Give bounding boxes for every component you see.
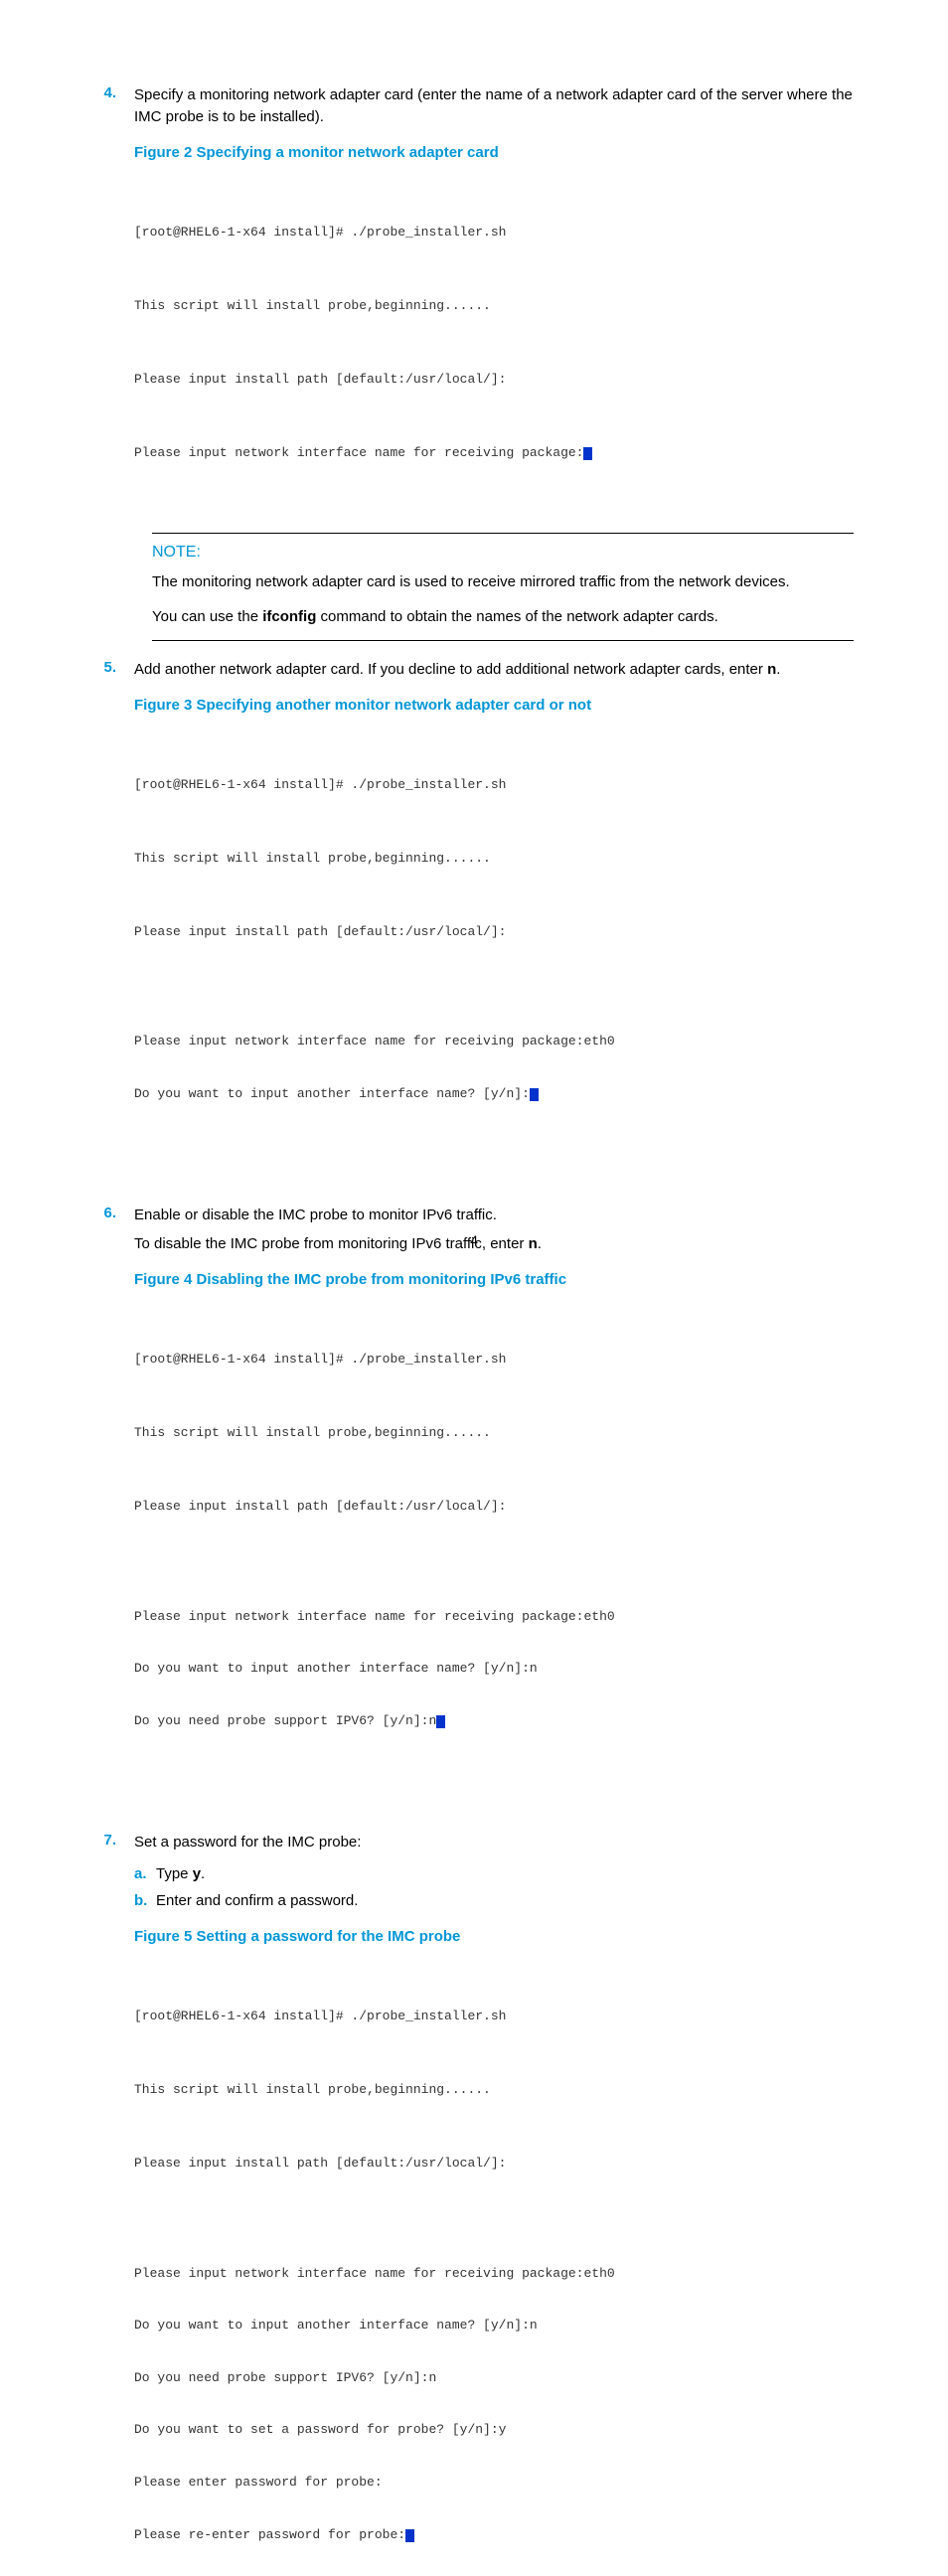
terminal-line: Please input network interface name for … xyxy=(134,441,854,466)
terminal-block: Please input network interface name for … xyxy=(134,2229,854,2576)
terminal-line: Do you need probe support IPV6? [y/n]:n xyxy=(134,1712,854,1730)
sub-letter: b. xyxy=(134,1890,156,1912)
figure-caption: Figure 5 Setting a password for the IMC … xyxy=(134,1926,854,1948)
step-text: Specify a monitoring network adapter car… xyxy=(134,84,854,128)
cursor-icon xyxy=(436,1715,445,1728)
terminal-line: Please enter password for probe: xyxy=(134,2474,854,2492)
terminal-line: Please input install path [default:/usr/… xyxy=(134,2152,854,2176)
step-5: 5. Add another network adapter card. If … xyxy=(94,659,854,1187)
step-number: 6. xyxy=(94,1205,134,1814)
cursor-icon xyxy=(583,447,592,460)
step-number: 5. xyxy=(94,659,134,1187)
terminal-line: Please input network interface name for … xyxy=(134,1608,854,1626)
note-label: NOTE: xyxy=(152,544,854,562)
step-4: 4. Specify a monitoring network adapter … xyxy=(94,84,854,515)
figure-caption: Figure 2 Specifying a monitor network ad… xyxy=(134,142,854,164)
step-7: 7. Set a password for the IMC probe: a. … xyxy=(94,1832,854,2576)
terminal-output: [root@RHEL6-1-x64 install]# ./probe_inst… xyxy=(134,724,854,1186)
terminal-line: Please input install path [default:/usr/… xyxy=(134,368,854,393)
step-text: Add another network adapter card. If you… xyxy=(134,659,854,681)
terminal-line: Do you need probe support IPV6? [y/n]:n xyxy=(134,2369,854,2387)
sub-text: Type y. xyxy=(156,1863,205,1885)
terminal-line: [root@RHEL6-1-x64 install]# ./probe_inst… xyxy=(134,221,854,245)
terminal-line: Please re-enter password for probe: xyxy=(134,2526,854,2544)
terminal-block: Please input network interface name for … xyxy=(134,1573,854,1765)
sub-item-b: b. Enter and confirm a password. xyxy=(134,1890,854,1912)
terminal-output: [root@RHEL6-1-x64 install]# ./probe_inst… xyxy=(134,171,854,515)
note-rule-top xyxy=(152,533,854,534)
terminal-output: [root@RHEL6-1-x64 install]# ./probe_inst… xyxy=(134,1956,854,2576)
cursor-icon xyxy=(530,1088,539,1101)
sub-text: Enter and confirm a password. xyxy=(156,1890,358,1912)
step-body: Set a password for the IMC probe: a. Typ… xyxy=(134,1832,854,2576)
step-number: 4. xyxy=(94,84,134,515)
sub-letter: a. xyxy=(134,1863,156,1885)
step-body: Enable or disable the IMC probe to monit… xyxy=(134,1205,854,1814)
note-block: NOTE: The monitoring network adapter car… xyxy=(152,533,854,641)
note-rule-bottom xyxy=(152,640,854,641)
step-text: Enable or disable the IMC probe to monit… xyxy=(134,1205,854,1226)
terminal-line: This script will install probe,beginning… xyxy=(134,294,854,319)
terminal-line: Do you want to input another interface n… xyxy=(134,1085,854,1103)
note-text: You can use the ifconfig command to obta… xyxy=(152,604,854,630)
sub-item-a: a. Type y. xyxy=(134,1863,854,1885)
terminal-line: [root@RHEL6-1-x64 install]# ./probe_inst… xyxy=(134,2005,854,2029)
step-body: Specify a monitoring network adapter car… xyxy=(134,84,854,515)
terminal-block: Please input network interface name for … xyxy=(134,998,854,1137)
step-text: Set a password for the IMC probe: xyxy=(134,1832,854,1853)
terminal-line: Please input install path [default:/usr/… xyxy=(134,920,854,945)
note-text: The monitoring network adapter card is u… xyxy=(152,569,854,595)
step-body: Add another network adapter card. If you… xyxy=(134,659,854,1187)
terminal-line: Please input network interface name for … xyxy=(134,2265,854,2283)
terminal-line: This script will install probe,beginning… xyxy=(134,1421,854,1446)
step-6: 6. Enable or disable the IMC probe to mo… xyxy=(94,1205,854,1814)
terminal-line: Please input install path [default:/usr/… xyxy=(134,1495,854,1520)
terminal-line: Do you want to input another interface n… xyxy=(134,2317,854,2334)
terminal-line: Do you want to set a password for probe?… xyxy=(134,2421,854,2439)
terminal-line: [root@RHEL6-1-x64 install]# ./probe_inst… xyxy=(134,1348,854,1372)
sub-list: a. Type y. b. Enter and confirm a passwo… xyxy=(134,1863,854,1913)
terminal-output: [root@RHEL6-1-x64 install]# ./probe_inst… xyxy=(134,1299,854,1814)
terminal-line: This script will install probe,beginning… xyxy=(134,847,854,872)
page-number: 4 xyxy=(0,1232,948,1248)
terminal-line: This script will install probe,beginning… xyxy=(134,2078,854,2103)
cursor-icon xyxy=(405,2529,414,2542)
step-number: 7. xyxy=(94,1832,134,2576)
terminal-line: Please input network interface name for … xyxy=(134,1033,854,1050)
terminal-line: Do you want to input another interface n… xyxy=(134,1660,854,1678)
figure-caption: Figure 3 Specifying another monitor netw… xyxy=(134,695,854,717)
terminal-line: [root@RHEL6-1-x64 install]# ./probe_inst… xyxy=(134,773,854,798)
